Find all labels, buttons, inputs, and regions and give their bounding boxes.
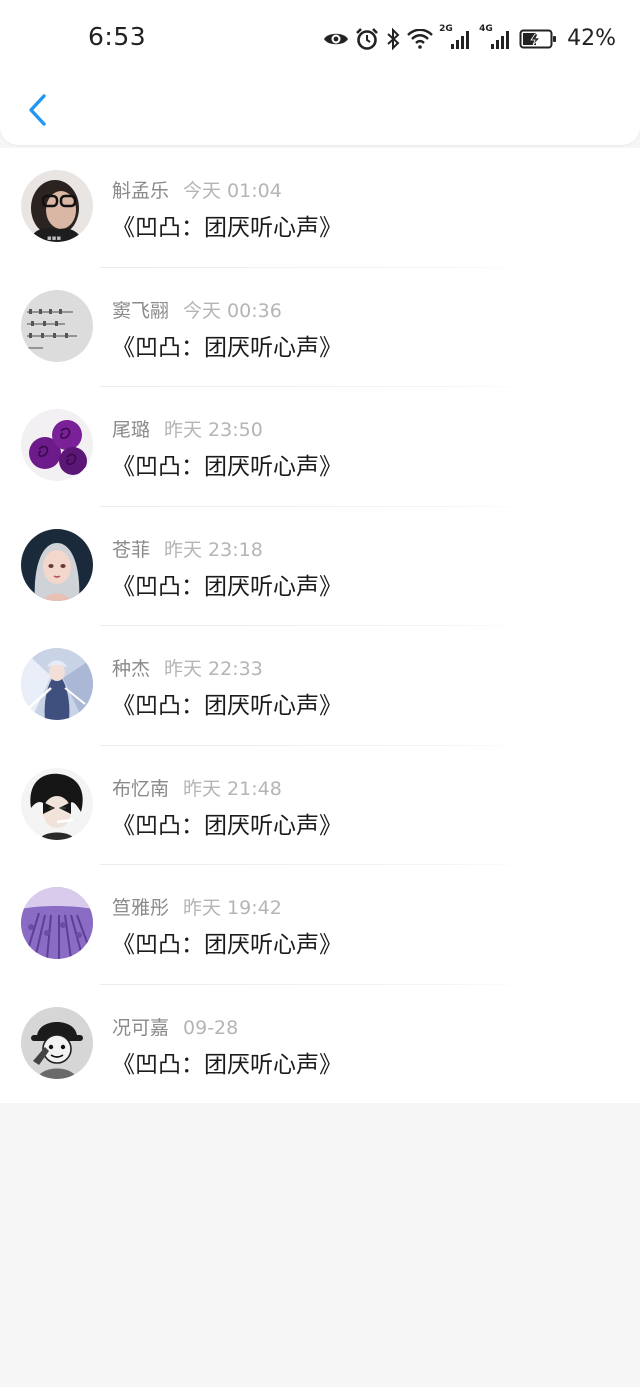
- avatar[interactable]: [21, 767, 93, 840]
- battery-icon: [519, 28, 557, 50]
- avatar[interactable]: ▪▪▪: [21, 170, 93, 242]
- list-item[interactable]: 笪雅彤 昨天 19:42 《凹凸：团厌听心声》: [0, 865, 640, 985]
- avatar[interactable]: [21, 1006, 93, 1079]
- item-name: 苍菲: [112, 538, 151, 561]
- item-time: 昨天 19:42: [183, 897, 282, 919]
- item-name: 种杰: [112, 658, 151, 680]
- list-item[interactable]: ▪▪▪ 斛孟乐 今天 01:04 《凹凸：团厌听心声》: [0, 148, 640, 268]
- list-item[interactable]: 窦飞翮 今天 00:36 《凹凸：团厌听心声》: [0, 268, 640, 387]
- list-item[interactable]: 种杰 昨天 22:33 《凹凸：团厌听心声》: [0, 626, 640, 746]
- list-item[interactable]: 布忆南 昨天 21:48 《凹凸：团厌听心声》: [0, 746, 640, 865]
- bluetooth-icon: [385, 27, 401, 51]
- item-title: 《凹凸：团厌听心声》: [112, 215, 342, 241]
- chevron-left-icon: [29, 94, 46, 126]
- item-meta: 笪雅彤 昨天 19:42: [112, 893, 282, 920]
- item-time: 09-28: [183, 1016, 239, 1039]
- avatar[interactable]: [21, 648, 93, 720]
- alarm-icon: [355, 27, 379, 50]
- item-title: 《凹凸：团厌听心声》: [112, 454, 342, 480]
- wifi-icon: [407, 28, 433, 49]
- back-button[interactable]: [20, 90, 54, 130]
- item-title: 《凹凸：团厌听心声》: [112, 1051, 342, 1078]
- item-name: 笪雅彤: [112, 897, 170, 919]
- item-meta: 况可嘉 09-28: [112, 1013, 238, 1040]
- message-list: ▪▪▪ 斛孟乐 今天 01:04 《凹凸：团厌听心声》 窦飞翮 今天 00:36…: [0, 148, 640, 1103]
- item-time: 昨天 22:33: [164, 658, 263, 680]
- top-header: 6:53 2G 4G 42%: [0, 0, 640, 145]
- item-meta: 布忆南 昨天 21:48: [112, 774, 282, 801]
- item-time: 昨天 23:18: [164, 538, 263, 561]
- avatar[interactable]: [21, 289, 93, 362]
- status-time: 6:53: [88, 22, 147, 51]
- avatar[interactable]: [21, 409, 93, 481]
- item-name: 尾璐: [112, 419, 151, 441]
- svg-text:▪▪▪: ▪▪▪: [47, 234, 61, 242]
- avatar[interactable]: [21, 528, 93, 601]
- eye-icon: [323, 30, 349, 48]
- signal-2g-icon: 2G: [439, 24, 473, 50]
- item-name: 况可嘉: [112, 1016, 170, 1039]
- item-name: 窦飞翮: [112, 299, 170, 322]
- list-item[interactable]: 尾璐 昨天 23:50 《凹凸：团厌听心声》: [0, 387, 640, 507]
- status-icons: 2G 4G 42%: [323, 24, 616, 51]
- item-title: 《凹凸：团厌听心声》: [112, 932, 342, 958]
- item-title: 《凹凸：团厌听心声》: [112, 334, 342, 361]
- item-time: 今天 00:36: [183, 299, 282, 322]
- item-time: 今天 01:04: [183, 180, 282, 202]
- item-meta: 尾璐 昨天 23:50: [112, 415, 263, 442]
- item-meta: 种杰 昨天 22:33: [112, 654, 263, 681]
- item-title: 《凹凸：团厌听心声》: [112, 573, 342, 600]
- item-title: 《凹凸：团厌听心声》: [112, 812, 342, 839]
- item-time: 昨天 23:50: [164, 419, 263, 441]
- item-meta: 斛孟乐 今天 01:04: [112, 176, 282, 203]
- avatar[interactable]: [21, 887, 93, 959]
- list-item[interactable]: 况可嘉 09-28 《凹凸：团厌听心声》: [0, 985, 640, 1105]
- item-meta: 窦飞翮 今天 00:36: [112, 296, 282, 323]
- item-name: 布忆南: [112, 777, 170, 800]
- battery-percent: 42%: [567, 26, 616, 51]
- list-item[interactable]: 苍菲 昨天 23:18 《凹凸：团厌听心声》: [0, 507, 640, 626]
- item-title: 《凹凸：团厌听心声》: [112, 693, 342, 719]
- item-name: 斛孟乐: [112, 180, 170, 202]
- signal-4g-icon: 4G: [479, 24, 513, 50]
- item-time: 昨天 21:48: [183, 777, 282, 800]
- item-meta: 苍菲 昨天 23:18: [112, 535, 263, 562]
